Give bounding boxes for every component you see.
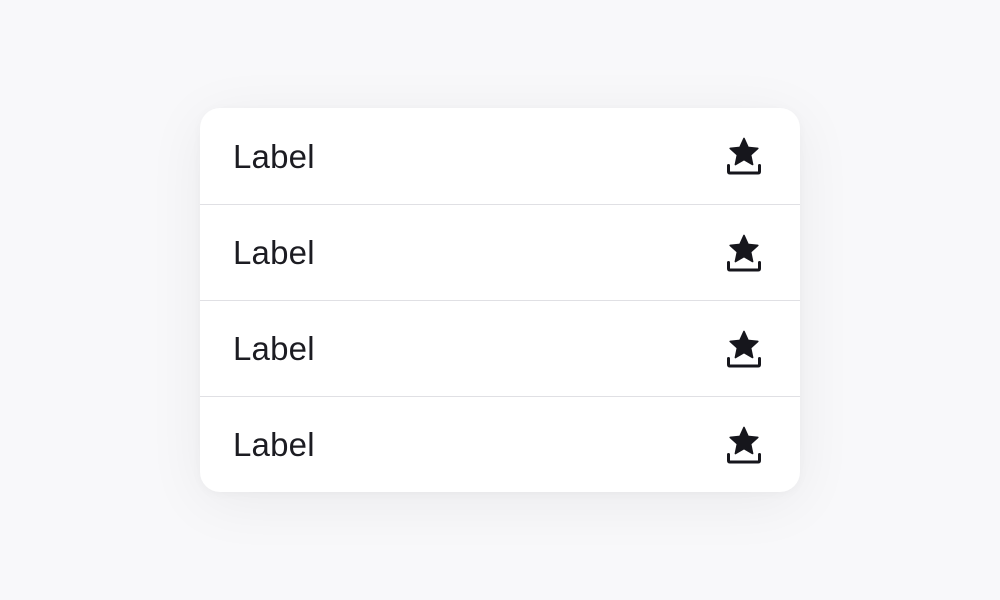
menu-item-label: Label xyxy=(233,426,315,463)
star-tray-icon xyxy=(726,234,762,272)
menu-item-1[interactable]: Label xyxy=(200,108,800,204)
page-background: Label Label Label Label xyxy=(0,0,1000,600)
menu-item-label: Label xyxy=(233,330,315,367)
menu-list: Label Label Label Label xyxy=(200,108,800,492)
star-tray-icon xyxy=(726,426,762,464)
star-tray-icon xyxy=(726,330,762,368)
menu-item-3[interactable]: Label xyxy=(200,300,800,396)
menu-item-label: Label xyxy=(233,234,315,271)
menu-item-2[interactable]: Label xyxy=(200,204,800,300)
menu-item-label: Label xyxy=(233,137,315,175)
menu-item-4[interactable]: Label xyxy=(200,396,800,492)
star-tray-icon xyxy=(726,137,762,175)
